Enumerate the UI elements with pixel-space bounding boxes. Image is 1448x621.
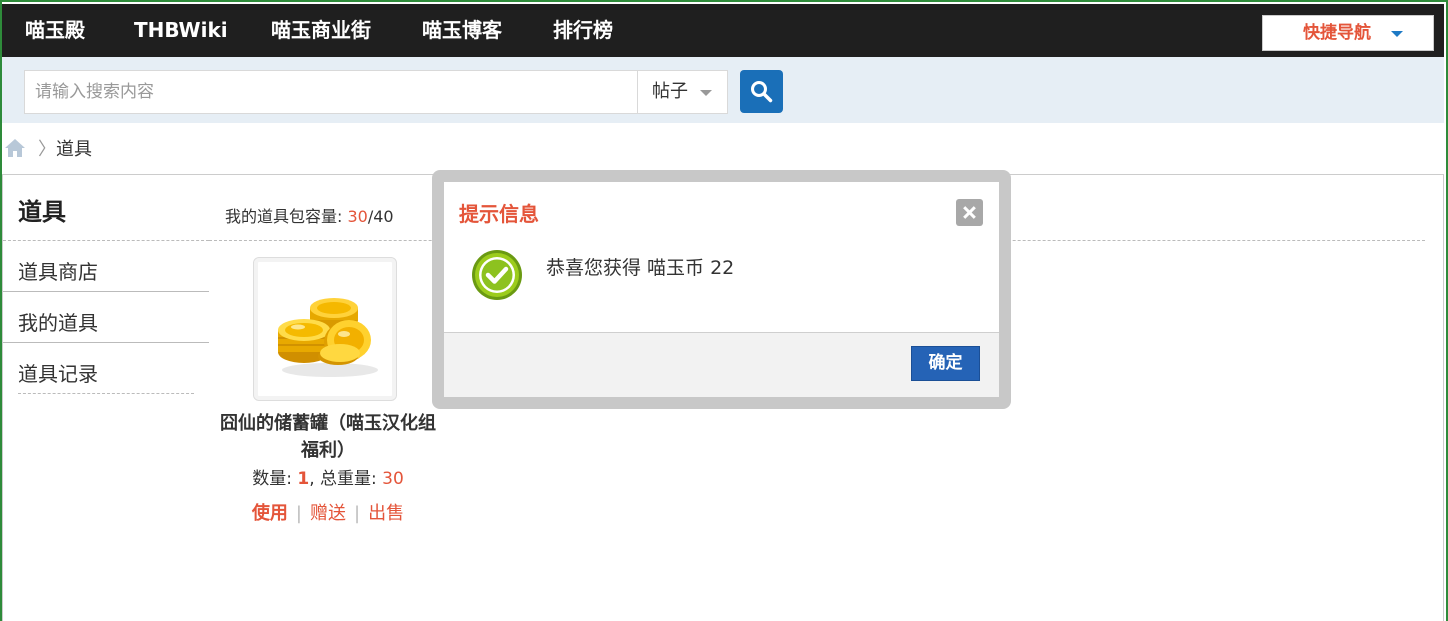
nav-item-home[interactable]: 喵玉殿 xyxy=(25,4,85,57)
nav-item-thbwiki[interactable]: THBWiki xyxy=(134,4,228,57)
search-bar: 帖子 xyxy=(2,57,1444,123)
home-icon[interactable] xyxy=(4,138,26,158)
sidebar-item-my-items[interactable]: 我的道具 xyxy=(18,307,98,336)
search-icon xyxy=(751,81,773,103)
confirm-button[interactable]: 确定 xyxy=(911,346,980,381)
item-image-card[interactable] xyxy=(253,257,397,401)
close-icon[interactable] xyxy=(956,199,983,226)
item-quantity: 1 xyxy=(297,469,310,489)
success-check-icon xyxy=(472,250,522,300)
divider xyxy=(3,291,209,292)
divider xyxy=(3,240,209,241)
nav-item-ranking[interactable]: 排行榜 xyxy=(553,4,613,57)
breadcrumb-current[interactable]: 道具 xyxy=(56,135,92,161)
use-item-link[interactable]: 使用 xyxy=(252,503,288,524)
quick-nav-label: 快捷导航 xyxy=(1303,23,1371,43)
search-button[interactable] xyxy=(740,70,783,113)
item-weight: 30 xyxy=(382,469,404,489)
divider xyxy=(3,342,209,343)
divider xyxy=(18,393,194,394)
capacity-total: 40 xyxy=(373,207,394,226)
dialog-footer: 确定 xyxy=(444,332,999,397)
quick-nav-dropdown[interactable]: 快捷导航 xyxy=(1262,15,1434,51)
gold-coins-icon xyxy=(278,298,378,377)
item-name[interactable]: 囧仙的储蓄罐（喵玉汉化组福利） xyxy=(215,410,441,464)
notification-dialog-frame: 提示信息 恭喜您获得 喵玉币 22 确定 xyxy=(432,170,1011,409)
capacity-used: 30 xyxy=(347,207,368,226)
capacity-label: 我的道具包容量: xyxy=(225,207,348,226)
action-separator: | xyxy=(354,503,361,524)
search-type-label: 帖子 xyxy=(652,81,688,102)
quantity-label: 数量: xyxy=(252,469,298,489)
caret-down-icon xyxy=(1391,31,1403,37)
weight-label: , 总重量: xyxy=(309,469,383,489)
search-type-select[interactable]: 帖子 xyxy=(637,70,728,114)
sidebar-item-shop[interactable]: 道具商店 xyxy=(18,256,98,285)
gift-item-link[interactable]: 赠送 xyxy=(310,503,346,524)
sidebar-title: 道具 xyxy=(18,198,66,226)
sell-item-link[interactable]: 出售 xyxy=(368,503,404,524)
bag-capacity: 我的道具包容量: 30/40 xyxy=(225,203,394,227)
sidebar-item-records[interactable]: 道具记录 xyxy=(18,358,98,387)
nav-item-shop-street[interactable]: 喵玉商业街 xyxy=(271,4,371,57)
nav-item-blog[interactable]: 喵玉博客 xyxy=(422,4,502,57)
action-separator: | xyxy=(295,503,302,524)
item-actions: 使用 | 赠送 | 出售 xyxy=(215,499,441,525)
search-input[interactable] xyxy=(24,70,638,114)
dialog-message: 恭喜您获得 喵玉币 22 xyxy=(546,257,735,279)
caret-down-icon xyxy=(700,90,712,96)
item-stats: 数量: 1, 总重量: 30 xyxy=(215,464,441,489)
top-navigation-bar: 喵玉殿 THBWiki 喵玉商业街 喵玉博客 排行榜 快捷导航 xyxy=(2,4,1444,57)
breadcrumb-separator: 〉 xyxy=(38,139,56,160)
notification-dialog: 提示信息 恭喜您获得 喵玉币 22 确定 xyxy=(444,182,999,397)
dialog-title: 提示信息 xyxy=(459,202,539,226)
